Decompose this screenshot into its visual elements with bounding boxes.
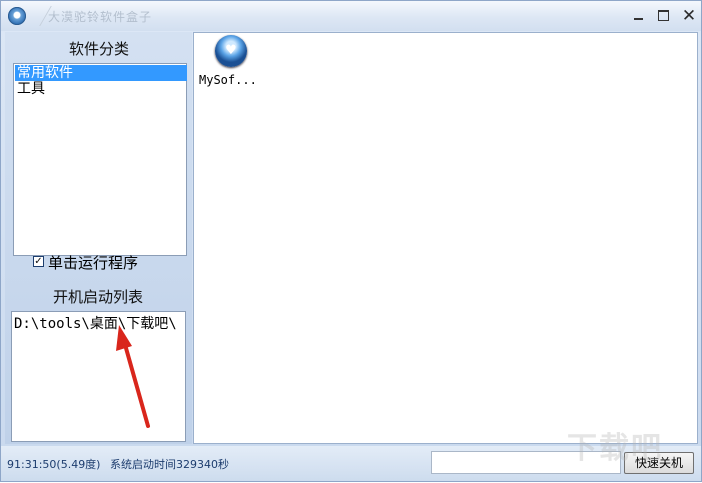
category-item-common[interactable]: 常用软件 bbox=[15, 65, 187, 81]
watermark: 下载吧 bbox=[567, 431, 663, 466]
left-panel: 软件分类 常用软件 工具 ✓ 单击运行程序 开机启动列表 D:\tools\桌面… bbox=[5, 32, 192, 444]
app-tile-label[interactable]: MySof... bbox=[199, 73, 257, 87]
category-list[interactable]: 常用软件 工具 bbox=[13, 63, 187, 256]
close-button[interactable]: ✕ bbox=[679, 6, 699, 26]
window-title: 大漠驼铃软件盒子 bbox=[48, 10, 153, 24]
single-click-label[interactable]: 单击运行程序 bbox=[48, 252, 138, 273]
app-grid[interactable]: ♥ MySof... bbox=[193, 32, 698, 444]
status-time: 91:31:50(5.49度) bbox=[7, 458, 101, 471]
category-title: 软件分类 bbox=[69, 40, 130, 58]
close-icon: ✕ bbox=[681, 6, 697, 26]
single-click-checkbox[interactable]: ✓ bbox=[33, 256, 44, 267]
app-logo-icon bbox=[8, 7, 26, 25]
checkmark-icon: ✓ bbox=[34, 256, 43, 267]
app-window: 大漠驼铃软件盒子 ✕ 软件分类 常用软件 工具 ✓ 单击运行程序 开机启动列表 … bbox=[0, 0, 702, 482]
minimize-button[interactable] bbox=[628, 6, 648, 26]
title-bar[interactable]: 大漠驼铃软件盒子 ✕ bbox=[1, 1, 701, 31]
category-item-tools[interactable]: 工具 bbox=[15, 81, 187, 97]
minimize-icon bbox=[634, 18, 643, 20]
heart-globe-icon[interactable]: ♥ bbox=[215, 35, 247, 67]
app-tile[interactable]: ♥ MySof... bbox=[199, 33, 269, 93]
heart-icon: ♥ bbox=[225, 43, 237, 58]
maximize-icon bbox=[658, 10, 669, 21]
startup-title: 开机启动列表 bbox=[53, 288, 144, 306]
startup-item[interactable]: D:\tools\桌面\下载吧\ bbox=[14, 313, 177, 333]
startup-list[interactable]: D:\tools\桌面\下载吧\ bbox=[11, 311, 186, 442]
status-uptime: 系统启动时间329340秒 bbox=[110, 458, 229, 471]
